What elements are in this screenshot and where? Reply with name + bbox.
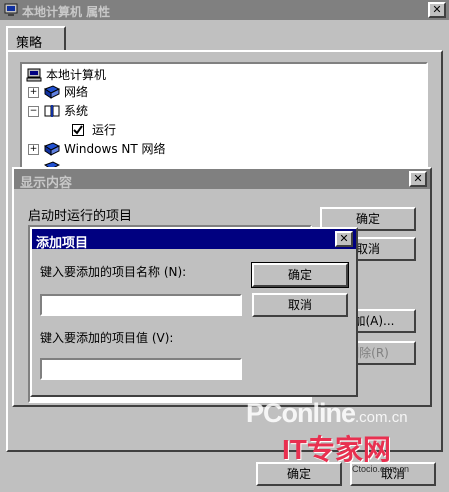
main-close-button[interactable]: ✕ xyxy=(428,2,446,18)
window-app-icon xyxy=(4,3,18,17)
item-name-label: 键入要添加的项目名称 (N): xyxy=(40,265,187,279)
main-title-bar: 本地计算机 属性 ✕ xyxy=(0,0,449,20)
main-cancel-button[interactable]: 取消 xyxy=(350,462,436,486)
close-icon: ✕ xyxy=(339,232,349,245)
close-icon: ✕ xyxy=(413,172,423,185)
computer-icon xyxy=(26,68,42,82)
show-contents-title: 显示内容 xyxy=(20,176,73,191)
book-icon xyxy=(43,142,61,156)
collapse-minus-icon[interactable]: − xyxy=(28,106,39,117)
add-item-title: 添加项目 xyxy=(36,236,89,251)
book-icon xyxy=(43,85,61,99)
item-name-input[interactable] xyxy=(40,294,242,316)
add-item-cancel-button[interactable]: 取消 xyxy=(252,293,348,317)
open-book-icon xyxy=(44,104,60,118)
checkbox-checked-icon[interactable] xyxy=(72,124,84,136)
close-icon: ✕ xyxy=(432,3,442,16)
item-value-input[interactable] xyxy=(40,358,242,380)
main-ok-button[interactable]: 确定 xyxy=(256,462,342,486)
expand-plus-icon[interactable]: + xyxy=(28,87,39,98)
item-value-label: 键入要添加的项目值 (V): xyxy=(40,331,174,345)
policy-tree-view[interactable]: 本地计算机 + 网络 − 系统 运行 + Windows NT 网络 xyxy=(20,62,428,172)
show-contents-close-button[interactable]: ✕ xyxy=(409,171,427,187)
add-item-close-button[interactable]: ✕ xyxy=(335,231,353,247)
main-window-title: 本地计算机 属性 xyxy=(22,5,111,19)
tab-policy[interactable]: 策略 xyxy=(6,26,66,52)
show-contents-title-bar: 显示内容 ✕ xyxy=(14,169,430,191)
add-item-title-bar: 添加项目 ✕ xyxy=(32,229,356,251)
add-item-ok-button[interactable]: 确定 xyxy=(251,262,349,288)
expand-plus-icon[interactable]: + xyxy=(28,144,39,155)
startup-items-label: 启动时运行的项目 xyxy=(28,209,133,224)
add-item-dialog: 添加项目 ✕ 键入要添加的项目名称 (N): 键入要添加的项目值 (V): 确定… xyxy=(30,227,358,397)
